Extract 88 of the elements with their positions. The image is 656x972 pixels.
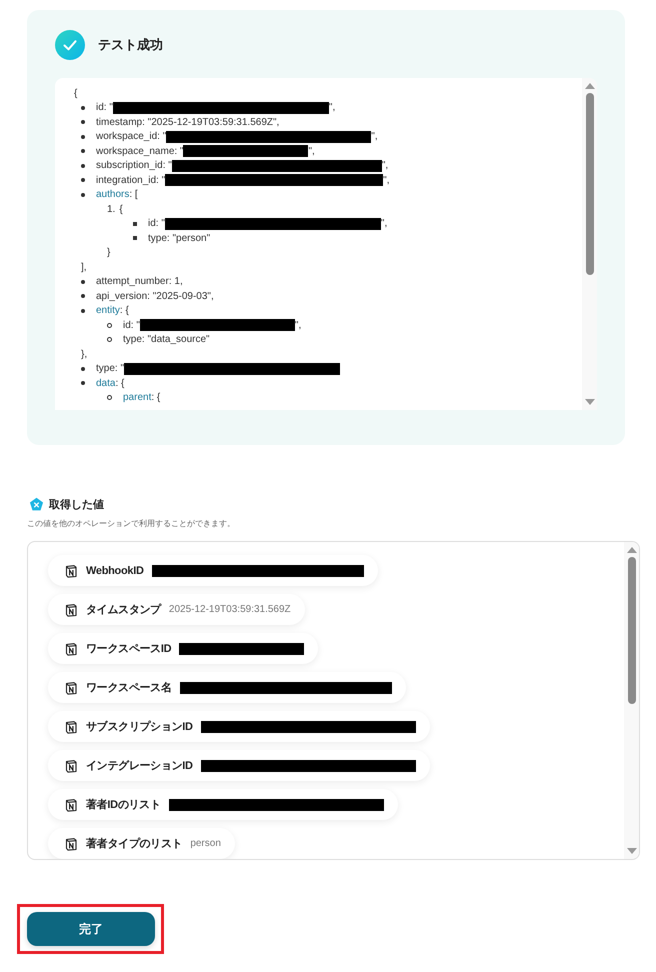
json-value: : { bbox=[151, 392, 160, 404]
json-key: id bbox=[96, 102, 104, 114]
json-key: type bbox=[96, 363, 115, 374]
section-title: 取得した値 bbox=[49, 498, 104, 512]
json-key: id bbox=[123, 320, 131, 331]
notion-icon bbox=[64, 758, 78, 772]
json-value: : " bbox=[130, 320, 140, 331]
expand-key-link[interactable]: authors bbox=[96, 189, 130, 200]
json-value: ", bbox=[308, 146, 315, 157]
check-icon bbox=[55, 30, 85, 60]
json-key: api_version bbox=[96, 290, 148, 302]
variable-icon bbox=[29, 497, 44, 512]
bullet-icon bbox=[81, 164, 85, 168]
json-value: ", bbox=[294, 320, 302, 331]
json-value: ", bbox=[380, 218, 388, 230]
notion-icon bbox=[64, 564, 78, 578]
json-value: : " bbox=[156, 218, 165, 230]
json-key: workspace_id bbox=[96, 131, 158, 142]
json-value: : " bbox=[156, 174, 166, 186]
scrollbar[interactable] bbox=[624, 542, 639, 859]
json-value: }, bbox=[81, 348, 88, 360]
value-chip[interactable]: ワークスペースID bbox=[48, 633, 318, 664]
json-value: ", bbox=[328, 102, 336, 114]
bullet-icon bbox=[81, 294, 85, 298]
value-chip[interactable]: WebhookID bbox=[48, 555, 378, 586]
json-key: timestamp bbox=[96, 116, 142, 128]
json-value: { bbox=[119, 204, 123, 215]
notion-icon bbox=[64, 602, 78, 616]
json-key: type bbox=[123, 334, 142, 346]
scrollbar[interactable] bbox=[582, 78, 597, 410]
json-value: ", bbox=[382, 160, 388, 172]
bullet-icon bbox=[81, 366, 85, 371]
json-value: ], bbox=[81, 262, 87, 273]
json-value: : " bbox=[104, 102, 113, 114]
json-value: : "person" bbox=[166, 232, 210, 244]
json-value: : { bbox=[115, 378, 124, 389]
json-value: : " bbox=[157, 131, 166, 142]
json-value: } bbox=[107, 247, 110, 258]
notion-icon bbox=[64, 642, 78, 656]
bullet-icon bbox=[81, 308, 85, 313]
json-value: : " bbox=[162, 160, 172, 172]
bullet-icon bbox=[81, 192, 85, 197]
section-description: この値を他のオペレーションで利用することができます。 bbox=[27, 518, 236, 529]
json-value: : " bbox=[174, 146, 184, 157]
json-value: : " bbox=[114, 363, 124, 374]
expand-key-link[interactable]: data bbox=[96, 378, 116, 389]
bullet-icon bbox=[81, 178, 85, 182]
json-value: : "2025-12-19T03:59:31.569Z", bbox=[142, 116, 280, 128]
json-value: { bbox=[74, 88, 78, 99]
json-value: : [ bbox=[129, 189, 138, 200]
json-value: : "2025-09-03", bbox=[147, 290, 214, 302]
list-number: 1. bbox=[107, 204, 116, 215]
bullet-icon bbox=[81, 106, 85, 110]
json-key: workspace_name bbox=[96, 146, 174, 157]
bullet-icon bbox=[107, 395, 112, 400]
json-value: : "data_source" bbox=[142, 334, 210, 346]
expand-key-link[interactable]: entity bbox=[96, 305, 120, 316]
result-title: テスト成功 bbox=[98, 36, 163, 54]
value-chip[interactable]: ワークスペース名 bbox=[48, 672, 406, 703]
value-chip[interactable]: サブスクリプションID bbox=[48, 711, 430, 742]
bullet-icon bbox=[81, 381, 85, 386]
expand-key-link[interactable]: parent bbox=[123, 392, 152, 404]
bullet-icon bbox=[133, 236, 137, 240]
value-chip[interactable]: タイムスタンプ 2025-12-19T03:59:31.569Z bbox=[48, 594, 305, 625]
json-value: : { bbox=[120, 305, 129, 316]
json-value: ", bbox=[371, 131, 378, 142]
notion-icon bbox=[64, 720, 78, 734]
json-key: integration_id bbox=[96, 174, 156, 186]
value-chip[interactable]: インテグレーションID bbox=[48, 750, 430, 781]
bullet-icon bbox=[81, 280, 85, 284]
done-button[interactable]: 完了 bbox=[27, 912, 155, 946]
bullet-icon bbox=[107, 337, 112, 342]
notion-icon bbox=[64, 798, 78, 812]
json-value: ", bbox=[383, 174, 390, 186]
json-value: : 1, bbox=[168, 276, 183, 288]
value-chip[interactable]: 著者IDのリスト bbox=[48, 789, 398, 820]
json-key: attempt_number bbox=[96, 276, 169, 288]
json-key: id bbox=[148, 218, 156, 230]
bullet-icon bbox=[81, 120, 85, 124]
json-key: subscription_id bbox=[96, 160, 163, 172]
json-key: type bbox=[148, 232, 167, 244]
bullet-icon bbox=[81, 134, 85, 139]
bullet-icon bbox=[81, 149, 85, 154]
bullet-icon bbox=[107, 322, 112, 328]
notion-icon bbox=[64, 836, 78, 850]
bullet-icon bbox=[133, 222, 137, 226]
value-chip[interactable]: 著者タイプのリスト person bbox=[48, 828, 235, 859]
notion-icon bbox=[64, 680, 78, 694]
